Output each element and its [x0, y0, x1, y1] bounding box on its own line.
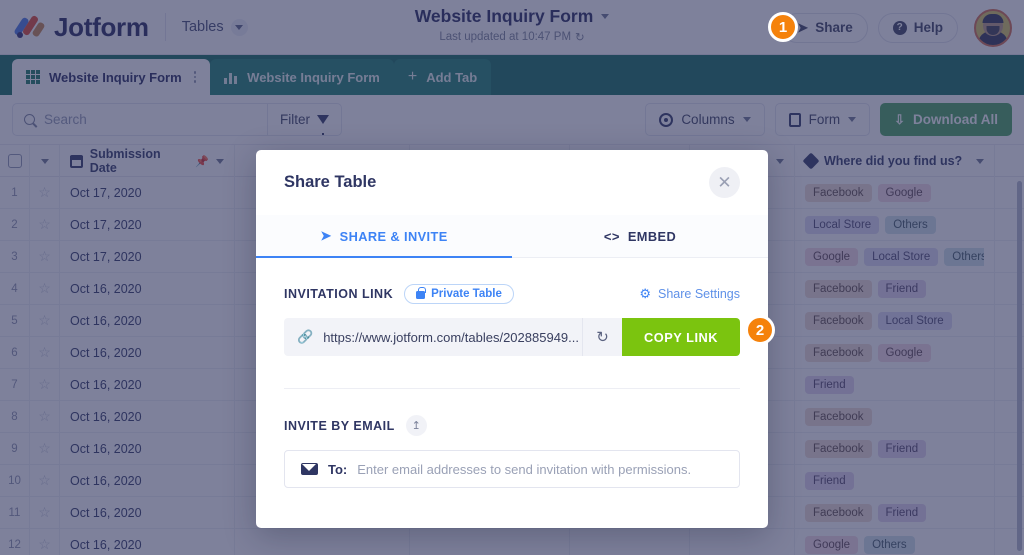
- modal-header: Share Table ✕: [256, 150, 768, 215]
- modal-divider: [284, 388, 740, 389]
- tab-label: EMBED: [627, 228, 677, 244]
- lock-icon: [416, 287, 426, 299]
- step-badge-1: 1: [768, 12, 798, 42]
- tab-share-and-invite[interactable]: ➤ SHARE & INVITE: [256, 215, 512, 258]
- upload-icon[interactable]: ↥: [405, 415, 427, 436]
- app-root: Jotform Tables Website Inquiry Form Last…: [0, 0, 1024, 555]
- modal-tab-bar: ➤ SHARE & INVITE <> EMBED: [256, 215, 768, 258]
- email-recipients-input[interactable]: To: Enter email addresses to send invita…: [284, 450, 740, 488]
- share-settings-link[interactable]: ⚙ Share Settings: [639, 286, 740, 302]
- private-table-label: Private Table: [431, 288, 502, 300]
- tab-label: SHARE & INVITE: [339, 228, 448, 244]
- invitation-link-input[interactable]: 🔗 https://www.jotform.com/tables/2028859…: [284, 318, 583, 356]
- copy-link-button[interactable]: COPY LINK: [622, 318, 740, 356]
- share-arrow-icon: ➤: [320, 228, 332, 243]
- invitation-link-row: 🔗 https://www.jotform.com/tables/2028859…: [284, 318, 740, 356]
- share-table-modal: Share Table ✕ ➤ SHARE & INVITE <> EMBED …: [256, 150, 768, 528]
- invite-by-email-header: INVITE BY EMAIL ↥: [284, 415, 740, 436]
- invitation-link-label: INVITATION LINK: [284, 287, 394, 301]
- tab-embed[interactable]: <> EMBED: [512, 215, 768, 257]
- gear-icon: ⚙: [639, 286, 651, 301]
- private-table-badge[interactable]: Private Table: [404, 284, 514, 304]
- invitation-link-value: https://www.jotform.com/tables/202885949…: [323, 329, 579, 345]
- regenerate-link-button[interactable]: ↻: [582, 318, 623, 356]
- to-label: To:: [328, 461, 348, 477]
- link-icon: 🔗: [297, 329, 314, 344]
- modal-title: Share Table: [284, 173, 377, 191]
- code-icon: <>: [603, 228, 620, 244]
- share-settings-label: Share Settings: [658, 287, 740, 301]
- close-icon[interactable]: ✕: [709, 167, 740, 198]
- invite-by-email-section: INVITE BY EMAIL ↥ To: Enter email addres…: [284, 415, 740, 488]
- modal-body: INVITATION LINK Private Table ⚙ Share Se…: [256, 258, 768, 488]
- invite-by-email-label: INVITE BY EMAIL: [284, 418, 395, 433]
- invitation-link-header: INVITATION LINK Private Table ⚙ Share Se…: [284, 284, 740, 304]
- email-placeholder: Enter email addresses to send invitation…: [357, 461, 692, 477]
- envelope-icon: [301, 463, 318, 475]
- copy-link-label: COPY LINK: [644, 329, 718, 345]
- step-badge-2: 2: [745, 315, 775, 345]
